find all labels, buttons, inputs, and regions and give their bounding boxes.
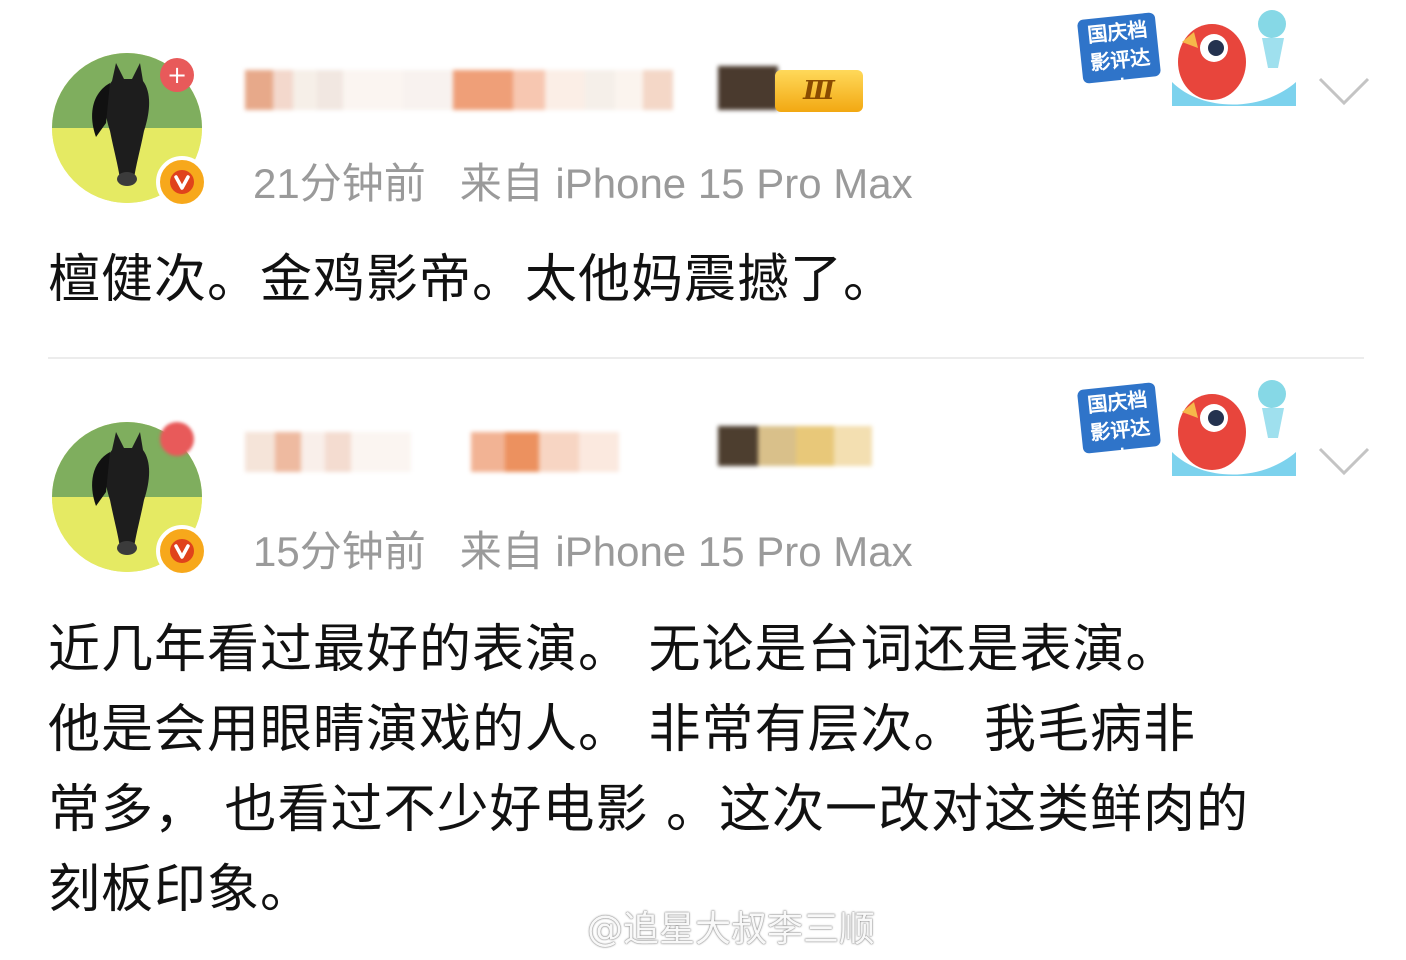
- mascot-icon: [1172, 10, 1296, 106]
- username-blurred[interactable]: [245, 68, 715, 112]
- divider: [48, 357, 1364, 359]
- plus-badge-blurred[interactable]: [160, 422, 194, 456]
- content-line: 常多， 也看过不少好电影 。这次一改对这类鲜肉的: [48, 780, 1250, 840]
- award-badge[interactable]: 国庆档影评达人: [1072, 372, 1304, 482]
- post-card-2: 15分钟前 来自 iPhone 15 Pro Max 国庆档影评达人 近几年看过最…: [0, 360, 1406, 960]
- verified-icon: [156, 156, 208, 208]
- username-blurred[interactable]: [245, 430, 715, 474]
- post-time: 21分钟前: [253, 160, 426, 207]
- post-source: 来自 iPhone 15 Pro Max: [459, 528, 913, 575]
- watermark: @追星大叔李三顺: [527, 900, 875, 952]
- username-blur-tail: [718, 426, 872, 466]
- post-content: 近几年看过最好的表演。 无论是台词还是表演。 他是会用眼睛演戏的人。 非常有层次…: [48, 610, 1368, 930]
- post-content: 檀健次。金鸡影帝。太他妈震撼了。: [48, 240, 1368, 320]
- level-badge[interactable]: Ⅲ: [775, 70, 863, 112]
- post-meta: 21分钟前 来自 iPhone 15 Pro Max: [253, 150, 913, 211]
- username-blur-tail: [718, 66, 778, 110]
- post-meta: 15分钟前 来自 iPhone 15 Pro Max: [253, 518, 913, 579]
- weibo-logo-icon: [527, 909, 579, 947]
- content-line: 他是会用眼睛演戏的人。 非常有层次。 我毛病非: [48, 700, 1197, 760]
- post-source: 来自 iPhone 15 Pro Max: [459, 160, 913, 207]
- verified-icon: [156, 525, 208, 577]
- chevron-down-icon[interactable]: [1318, 76, 1370, 106]
- chevron-down-icon[interactable]: [1318, 446, 1370, 476]
- post-time: 15分钟前: [253, 528, 426, 575]
- mascot-icon: [1172, 380, 1296, 476]
- watermark-text: @追星大叔李三顺: [587, 909, 876, 950]
- content-line: 檀健次。金鸡影帝。太他妈震撼了。: [48, 250, 897, 310]
- follow-plus-icon[interactable]: +: [160, 58, 194, 92]
- post-card-1: + Ⅲ 21分钟前 来自 iPhone 15 Pro Max 国庆档影评达人 檀…: [0, 0, 1406, 355]
- award-badge[interactable]: 国庆档影评达人: [1072, 2, 1304, 112]
- content-line: 近几年看过最好的表演。 无论是台词还是表演。: [48, 620, 1179, 680]
